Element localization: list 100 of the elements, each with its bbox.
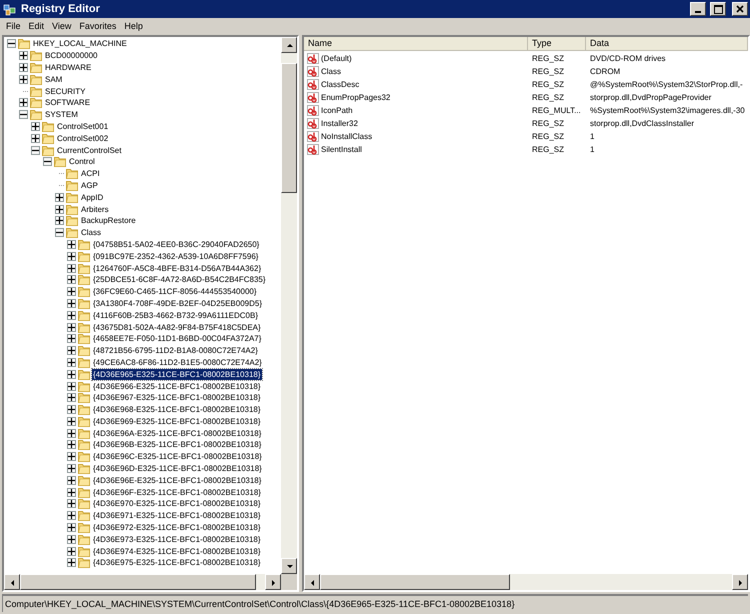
expand-toggle[interactable] xyxy=(67,287,76,296)
expand-toggle[interactable] xyxy=(67,358,76,367)
collapse-toggle[interactable] xyxy=(43,157,52,166)
tree-item[interactable]: CurrentControlSet xyxy=(56,144,122,156)
tree-item[interactable]: Arbiters xyxy=(80,204,110,215)
menu-item[interactable]: Edit xyxy=(24,21,48,31)
maximize-button[interactable] xyxy=(710,2,726,16)
tree-item[interactable]: {4658EE7E-F050-11D1-B6BD-00C04FA372A7} xyxy=(92,333,262,344)
tree-item[interactable]: {4D36E96D-E325-11CE-BFC1-08002BE10318} xyxy=(92,463,263,474)
menu-item[interactable]: File xyxy=(2,21,25,31)
scrollbar-thumb[interactable] xyxy=(320,574,510,590)
scroll-left-button[interactable] xyxy=(304,574,320,590)
tree-item[interactable]: ACPI xyxy=(80,168,101,180)
tree-item[interactable]: HARDWARE xyxy=(44,62,92,73)
expand-toggle[interactable] xyxy=(67,393,76,402)
tree-item[interactable]: {4D36E971-E325-11CE-BFC1-08002BE10318} xyxy=(92,510,262,522)
tree-item[interactable]: HKEY_LOCAL_MACHINE xyxy=(32,38,128,50)
tree-item[interactable]: BackupRestore xyxy=(80,215,137,226)
expand-toggle[interactable] xyxy=(67,334,76,344)
expand-toggle[interactable] xyxy=(19,62,28,72)
expand-toggle[interactable] xyxy=(67,499,76,508)
expand-toggle[interactable] xyxy=(67,523,76,532)
expand-toggle[interactable] xyxy=(55,204,64,214)
expand-toggle[interactable] xyxy=(67,511,76,520)
tree-item[interactable]: BCD00000000 xyxy=(44,50,98,62)
expand-toggle[interactable] xyxy=(67,298,76,308)
tree-item[interactable]: {04758B51-5A02-4EE0-B36C-29040FAD2650} xyxy=(92,238,260,250)
tree-item[interactable]: {4D36E972-E325-11CE-BFC1-08002BE10318} xyxy=(92,522,262,534)
column-header[interactable]: Data xyxy=(586,37,748,51)
expand-toggle[interactable] xyxy=(67,416,76,426)
tree-item[interactable]: SECURITY xyxy=(44,86,86,97)
expand-toggle[interactable] xyxy=(19,74,28,84)
expand-toggle[interactable] xyxy=(67,440,76,450)
tree-item[interactable]: SYSTEM xyxy=(44,109,79,120)
expand-toggle[interactable] xyxy=(67,275,76,284)
tree-item[interactable]: {4D36E968-E325-11CE-BFC1-08002BE10318} xyxy=(92,404,262,416)
tree-item[interactable]: {4D36E973-E325-11CE-BFC1-08002BE10318} xyxy=(92,534,262,545)
expand-toggle[interactable] xyxy=(31,122,40,131)
expand-toggle[interactable] xyxy=(67,322,76,332)
tree-item[interactable]: ControlSet002 xyxy=(56,132,110,144)
value-name[interactable]: IconPath xyxy=(321,106,353,115)
collapse-toggle[interactable] xyxy=(31,146,40,155)
tree-item[interactable]: {4D36E974-E325-11CE-BFC1-08002BE10318} xyxy=(92,546,262,557)
expand-toggle[interactable] xyxy=(67,534,76,544)
expand-toggle[interactable] xyxy=(19,98,28,108)
expand-toggle[interactable] xyxy=(67,464,76,474)
tree-item[interactable]: Control xyxy=(68,156,96,168)
value-name[interactable]: Installer32 xyxy=(321,119,358,128)
tree-item[interactable]: {4D36E970-E325-11CE-BFC1-08002BE10318} xyxy=(92,498,262,510)
expand-toggle[interactable] xyxy=(19,51,28,60)
tree-item[interactable]: {3A1380F4-708F-49DE-B2EF-04D25EB009D5} xyxy=(92,298,263,309)
tree-item[interactable]: {4D36E96A-E325-11CE-BFC1-08002BE10318} xyxy=(92,428,262,439)
expand-toggle[interactable] xyxy=(55,192,64,202)
expand-toggle[interactable] xyxy=(67,405,76,414)
scroll-down-button[interactable] xyxy=(281,558,297,574)
menu-item[interactable]: Help xyxy=(120,21,147,31)
tree-item[interactable]: {25DBCE51-6C8F-4A72-8A6D-B54C2B4FC835} xyxy=(92,274,267,286)
vertical-scrollbar[interactable] xyxy=(281,37,297,574)
value-name[interactable]: ClassDesc xyxy=(321,80,360,89)
tree-item[interactable]: AGP xyxy=(80,180,99,191)
collapse-toggle[interactable] xyxy=(7,39,16,48)
tree-item[interactable]: {49CE6AC8-6F86-11D2-B1E5-0080C72E74A2} xyxy=(92,356,263,368)
expand-toggle[interactable] xyxy=(31,134,40,143)
column-header[interactable]: Type xyxy=(528,37,586,51)
horizontal-scrollbar[interactable] xyxy=(304,574,748,590)
tree-item[interactable]: {48721B56-6795-11D2-B1A8-0080C72E74A2} xyxy=(92,345,259,356)
scroll-right-button[interactable] xyxy=(265,574,281,590)
tree-item[interactable]: {4D36E96B-E325-11CE-BFC1-08002BE10318} xyxy=(92,439,262,450)
expand-toggle[interactable] xyxy=(67,252,76,261)
tree-item[interactable]: {4D36E96F-E325-11CE-BFC1-08002BE10318} xyxy=(92,486,262,498)
tree-item[interactable]: ControlSet001 xyxy=(56,120,110,132)
tree-item[interactable]: Class xyxy=(80,227,102,238)
expand-toggle[interactable] xyxy=(67,264,76,273)
tree-item[interactable]: {4D36E975-E325-11CE-BFC1-08002BE10318} xyxy=(92,557,262,568)
minimize-button[interactable] xyxy=(690,2,706,16)
scroll-right-button[interactable] xyxy=(732,574,748,590)
expand-toggle[interactable] xyxy=(67,370,76,379)
column-header[interactable]: Name xyxy=(304,37,528,51)
tree-item[interactable]: {4D36E965-E325-11CE-BFC1-08002BE10318} xyxy=(92,368,262,380)
value-name[interactable]: Class xyxy=(321,67,342,76)
menu-item[interactable]: View xyxy=(48,21,76,31)
expand-toggle[interactable] xyxy=(55,216,64,226)
expand-toggle[interactable] xyxy=(67,558,76,568)
tree-item[interactable]: {1264760F-A5C8-4BFE-B314-D56A7B44A362} xyxy=(92,262,262,274)
tree-item[interactable]: {4D36E967-E325-11CE-BFC1-08002BE10318} xyxy=(92,392,262,404)
scrollbar-thumb[interactable] xyxy=(281,63,297,193)
value-name[interactable]: (Default) xyxy=(321,54,352,63)
expand-toggle[interactable] xyxy=(67,488,76,497)
value-name[interactable]: SilentInstall xyxy=(321,145,362,154)
expand-toggle[interactable] xyxy=(67,452,76,462)
tree-item[interactable]: {4D36E96C-E325-11CE-BFC1-08002BE10318} xyxy=(92,451,263,462)
collapse-toggle[interactable] xyxy=(55,228,64,238)
value-name[interactable]: NoInstallClass xyxy=(321,132,372,141)
expand-toggle[interactable] xyxy=(67,346,76,356)
collapse-toggle[interactable] xyxy=(19,110,28,120)
tree-item[interactable]: AppID xyxy=(80,192,104,203)
tree-item[interactable]: {4D36E96E-E325-11CE-BFC1-08002BE10318} xyxy=(92,474,262,486)
tree-item[interactable]: SAM xyxy=(44,74,64,85)
menu-item[interactable]: Favorites xyxy=(75,21,120,31)
tree-item[interactable]: {4116F60B-25B3-4662-B732-99A6111EDC0B} xyxy=(92,310,260,321)
